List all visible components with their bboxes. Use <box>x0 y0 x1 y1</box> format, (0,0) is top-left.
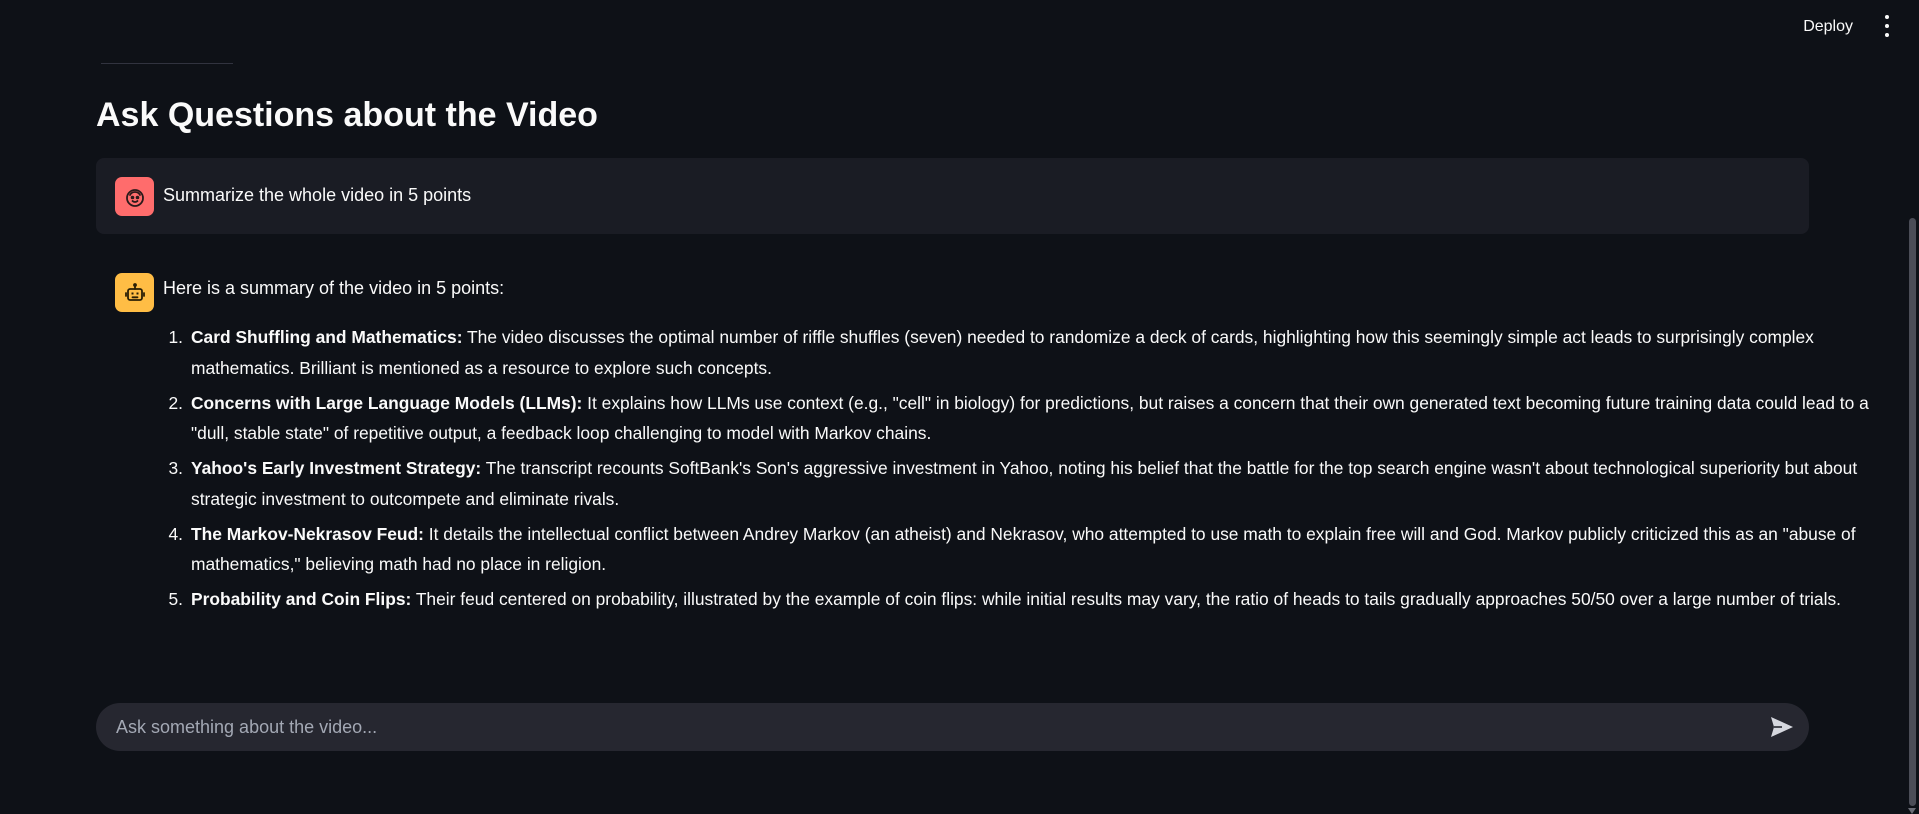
scrollbar[interactable] <box>1909 218 1916 806</box>
chat-input[interactable] <box>96 703 1736 751</box>
kebab-menu-icon[interactable] <box>1883 15 1891 37</box>
list-item-number: 2. <box>168 392 183 413</box>
app-header: Deploy <box>0 0 1919 52</box>
robot-icon <box>115 273 154 312</box>
user-face-icon <box>115 177 154 216</box>
list-item-title: Yahoo's Early Investment Strategy: <box>191 458 482 478</box>
list-item: 5. Probability and Coin Flips: Their feu… <box>168 584 1891 615</box>
list-item-title: Concerns with Large Language Models (LLM… <box>191 392 583 413</box>
page-title: Ask Questions about the Video <box>96 96 598 134</box>
list-item-title: Card Shuffling and Mathematics: <box>191 327 463 347</box>
summary-list: 1. Card Shuffling and Mathematics: The v… <box>168 322 1891 619</box>
list-item: 1. Card Shuffling and Mathematics: The v… <box>168 322 1891 383</box>
assistant-intro-text: Here is a summary of the video in 5 poin… <box>163 278 505 298</box>
scroll-down-icon[interactable] <box>1908 808 1916 814</box>
list-item-number: 4. <box>168 523 183 544</box>
list-item-body: Their feud centered on probability, illu… <box>411 589 1841 609</box>
list-item-title: The Markov-Nekrasov Feud: <box>191 523 424 544</box>
chat-input-container <box>96 703 1809 751</box>
list-item: 3. Yahoo's Early Investment Strategy: Th… <box>168 453 1891 514</box>
deploy-button[interactable]: Deploy <box>1795 14 1861 40</box>
user-message: Summarize the whole video in 5 points <box>96 158 1809 234</box>
list-item-body: It details the intellectual conflict bet… <box>191 523 1856 575</box>
list-item: 2. Concerns with Large Language Models (… <box>168 388 1891 449</box>
list-item-number: 5. <box>168 589 183 609</box>
list-item: 4. The Markov-Nekrasov Feud: It details … <box>168 519 1891 580</box>
list-item-number: 1. <box>168 327 183 347</box>
list-item-number: 3. <box>168 458 183 478</box>
user-message-text: Summarize the whole video in 5 points <box>163 185 472 205</box>
divider <box>101 63 233 64</box>
list-item-title: Probability and Coin Flips: <box>191 589 412 609</box>
send-icon[interactable] <box>1769 715 1795 739</box>
